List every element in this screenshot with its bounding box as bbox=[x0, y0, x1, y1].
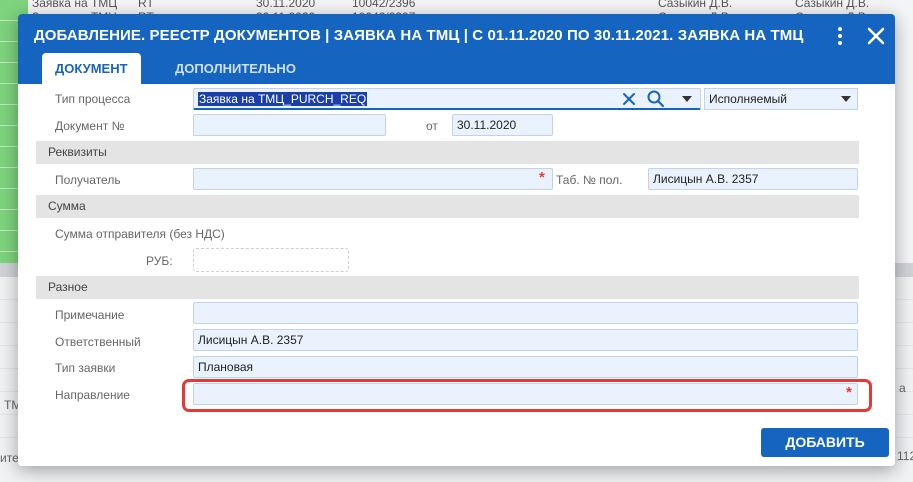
document-date-input[interactable]: 30.11.2020 bbox=[452, 114, 553, 136]
sender-sum-label: Сумма отправителя (без НДС) bbox=[55, 227, 225, 241]
cell: а bbox=[899, 381, 906, 395]
dialog-header: ДОБАВЛЕНИЕ. РЕЕСТР ДОКУМЕНТОВ | ЗАЯВКА Н… bbox=[18, 14, 895, 84]
note-input[interactable] bbox=[193, 302, 858, 324]
responsible-input[interactable]: Лисицын А.В. 2357 bbox=[193, 329, 858, 351]
note-label: Примечание bbox=[55, 308, 125, 322]
tab-number-input[interactable]: Лисицын А.В. 2357 bbox=[648, 168, 858, 190]
document-date-label: от bbox=[426, 119, 438, 133]
required-marker: * bbox=[539, 169, 545, 186]
section-sum: Сумма bbox=[36, 195, 859, 218]
responsible-label: Ответственный bbox=[55, 335, 141, 349]
process-type-dropdown-button[interactable] bbox=[674, 89, 700, 109]
chevron-down-icon bbox=[682, 96, 692, 102]
recipient-input[interactable] bbox=[193, 168, 553, 190]
direction-highlight-annotation bbox=[182, 379, 872, 412]
request-type-input[interactable]: Плановая bbox=[193, 356, 858, 378]
tab-document[interactable]: ДОКУМЕНТ bbox=[42, 53, 141, 84]
document-number-label: Документ № bbox=[55, 119, 125, 133]
document-number-input[interactable] bbox=[193, 114, 386, 136]
section-misc: Разное bbox=[36, 276, 859, 299]
process-type-label: Тип процесса bbox=[55, 92, 131, 106]
process-mode-value: Исполняемый bbox=[709, 92, 787, 106]
add-button[interactable]: ДОБАВИТЬ bbox=[761, 428, 889, 457]
clear-icon[interactable] bbox=[620, 90, 638, 108]
add-document-dialog: ДОБАВЛЕНИЕ. РЕЕСТР ДОКУМЕНТОВ | ЗАЯВКА Н… bbox=[18, 14, 895, 466]
more-options-icon[interactable] bbox=[828, 24, 852, 48]
search-icon[interactable] bbox=[646, 89, 666, 109]
process-mode-select[interactable]: Исполняемый bbox=[704, 88, 858, 110]
recipient-label: Получатель bbox=[55, 173, 121, 187]
direction-label: Направление bbox=[55, 388, 130, 402]
dialog-title: ДОБАВЛЕНИЕ. РЕЕСТР ДОКУМЕНТОВ | ЗАЯВКА Н… bbox=[34, 27, 804, 44]
tab-additional[interactable]: ДОПОЛНИТЕЛЬНО bbox=[162, 53, 309, 84]
close-icon[interactable] bbox=[864, 24, 888, 48]
currency-input[interactable] bbox=[193, 248, 349, 272]
process-type-value: Заявка на ТМЦ_PURCH_REQ bbox=[198, 92, 368, 106]
request-type-label: Тип заявки bbox=[55, 361, 116, 375]
tab-number-label: Таб. № пол. bbox=[556, 173, 623, 187]
currency-label: РУБ: bbox=[146, 254, 173, 268]
chevron-down-icon bbox=[841, 96, 851, 102]
cell: 112 bbox=[897, 449, 913, 463]
section-requisites: Реквизиты bbox=[36, 141, 859, 164]
cell: ите bbox=[0, 451, 19, 465]
